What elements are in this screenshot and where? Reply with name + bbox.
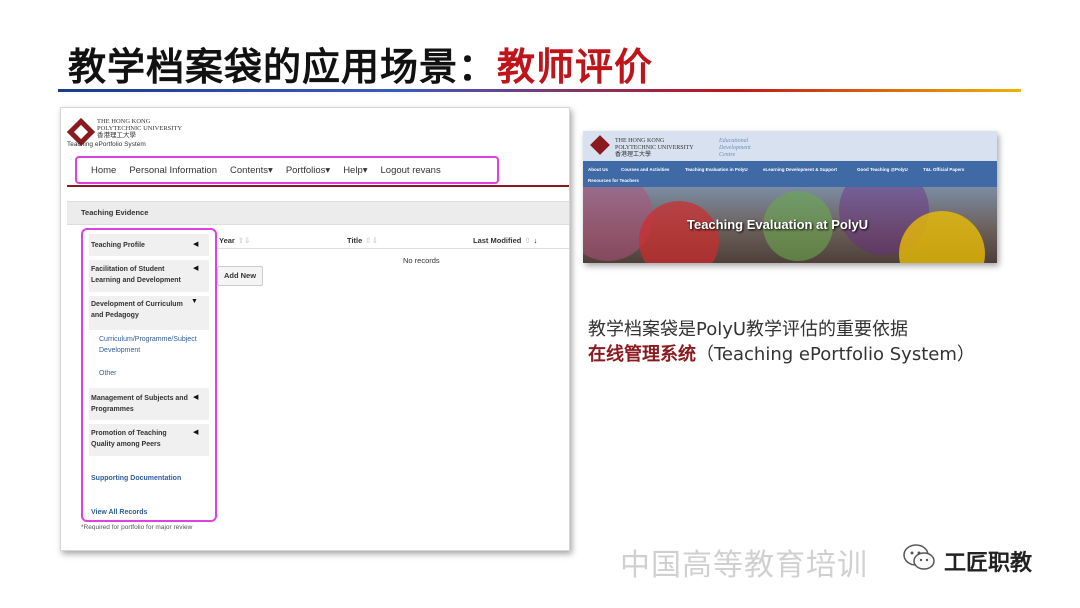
brand-name: 工匠职教 <box>944 551 1033 576</box>
description-accent: 在线管理系统 <box>588 344 696 365</box>
banner-menu-papers[interactable]: T&L Official Papers <box>923 167 964 172</box>
banner-university-name: THE HONG KONG POLYTECHNIC UNIVERSITY 香港理… <box>615 138 694 159</box>
caret-left-icon[interactable]: ◀ <box>193 240 198 248</box>
sidebar-item-supporting[interactable]: Supporting Documentation <box>91 473 181 484</box>
sort-desc-icon[interactable]: ↓ <box>534 236 538 245</box>
banner-university-line2: POLYTECHNIC UNIVERSITY <box>615 145 694 151</box>
column-year[interactable]: Year ⇧⇩ <box>219 236 250 245</box>
system-name: Teaching ePortfolio System <box>67 141 146 148</box>
description-line1: 教学档案袋是PolyU教学评估的重要依据 <box>588 319 909 340</box>
sort-icon[interactable]: ⇧ <box>524 236 530 245</box>
empty-message: No records <box>403 256 440 265</box>
watermark: 中国高等教育培训 <box>620 548 868 583</box>
banner-menu-about[interactable]: About Us <box>588 167 608 172</box>
edc-name: Educational Development Centre <box>719 138 751 159</box>
nav-logout[interactable]: Logout revans <box>381 165 441 176</box>
column-year-label: Year <box>219 236 235 245</box>
column-title-label: Title <box>347 236 363 245</box>
slide-title-main: 教学档案袋的应用场景： <box>68 45 498 89</box>
column-title[interactable]: Title ⇧⇩ <box>347 236 378 245</box>
university-line1: THE HONG KONG <box>97 118 151 125</box>
sidebar-item-facilitation[interactable]: Facilitation of Student Learning and Dev… <box>91 264 195 286</box>
nav-help[interactable]: Help▾ <box>343 165 367 176</box>
title-divider <box>58 89 1021 92</box>
caret-left-icon[interactable]: ◀ <box>193 428 198 436</box>
banner-menu-good-teaching[interactable]: Good Teaching @PolyU <box>857 167 908 172</box>
header-divider <box>67 185 569 187</box>
section-title: Teaching Evidence <box>81 208 149 217</box>
sort-icon[interactable]: ⇧⇩ <box>365 236 378 245</box>
edc-line1: Educational <box>719 138 749 144</box>
column-modified-label: Last Modified <box>473 236 522 245</box>
university-chinese: 香港理工大學 <box>97 132 136 139</box>
caret-down-icon[interactable]: ▼ <box>191 298 198 305</box>
polyu-logo: THE HONG KONG POLYTECHNIC UNIVERSITY 香港理… <box>66 117 182 147</box>
section-header: Teaching Evidence <box>67 201 569 225</box>
table-header-divider <box>217 248 569 249</box>
sidebar-item-view-all[interactable]: View All Records <box>91 507 147 518</box>
banner-menu-teaching-evaluation[interactable]: Teaching Evaluation in PolyU <box>685 167 748 172</box>
banner-menu-courses[interactable]: Courses and Activities <box>621 167 669 172</box>
polyu-emblem-icon <box>590 135 610 155</box>
evidence-sidebar: Teaching Profile ◀ Facilitation of Stude… <box>81 228 217 522</box>
banner-caption: Teaching Evaluation at PolyU <box>687 217 869 232</box>
sort-icon[interactable]: ⇧⇩ <box>238 236 251 245</box>
caret-left-icon[interactable]: ◀ <box>193 264 198 272</box>
caret-left-icon[interactable]: ◀ <box>193 393 198 401</box>
edc-line3: Centre <box>719 152 736 158</box>
eportfolio-screenshot: THE HONG KONG POLYTECHNIC UNIVERSITY 香港理… <box>60 107 570 551</box>
banner-university-line1: THE HONG KONG <box>615 138 665 144</box>
nav-home[interactable]: Home <box>91 165 116 176</box>
sidebar-item-development[interactable]: Development of Curriculum and Pedagogy <box>91 299 195 321</box>
wechat-icon <box>903 544 935 570</box>
slide-title-accent: 教师评价 <box>497 45 654 89</box>
sidebar-item-promotion[interactable]: Promotion of Teaching Quality among Peer… <box>91 428 191 450</box>
nav-personal-information[interactable]: Personal Information <box>129 165 217 176</box>
slide-title: 教学档案袋的应用场景：教师评价 <box>68 36 653 91</box>
sidebar-item-teaching-profile[interactable]: Teaching Profile <box>91 240 145 251</box>
polyu-name: THE HONG KONG POLYTECHNIC UNIVERSITY 香港理… <box>97 118 182 139</box>
add-new-button[interactable]: Add New <box>217 266 263 286</box>
main-nav: Home Personal Information Contents▾ Port… <box>75 156 499 184</box>
university-line2: POLYTECHNIC UNIVERSITY <box>97 125 183 132</box>
column-last-modified[interactable]: Last Modified ⇧ ↓ <box>473 236 537 245</box>
banner-menu-resources[interactable]: Resources for Teachers <box>588 178 639 183</box>
required-footnote: *Required for portfolio for major review <box>81 524 193 531</box>
sidebar-item-management[interactable]: Management of Subjects and Programmes <box>91 393 191 415</box>
description-line2: 在线管理系统（Teaching ePortfolio System） <box>588 340 975 366</box>
banner-university-chinese: 香港理工大學 <box>615 152 652 158</box>
banner-menu: About Us Courses and Activities Teaching… <box>583 161 997 187</box>
edc-banner: THE HONG KONG POLYTECHNIC UNIVERSITY 香港理… <box>583 131 997 263</box>
nav-portfolios[interactable]: Portfolios▾ <box>286 165 330 176</box>
sidebar-subitem-curriculum[interactable]: Curriculum/Programme/Subject Development <box>99 334 211 356</box>
description-rest: （Teaching ePortfolio System） <box>696 344 975 365</box>
banner-menu-elearning[interactable]: eLearning Development & Support <box>763 167 837 172</box>
sidebar-subitem-other[interactable]: Other <box>99 368 117 379</box>
nav-contents[interactable]: Contents▾ <box>230 165 273 176</box>
banner-header: THE HONG KONG POLYTECHNIC UNIVERSITY 香港理… <box>583 131 997 161</box>
edc-line2: Development <box>719 145 751 151</box>
